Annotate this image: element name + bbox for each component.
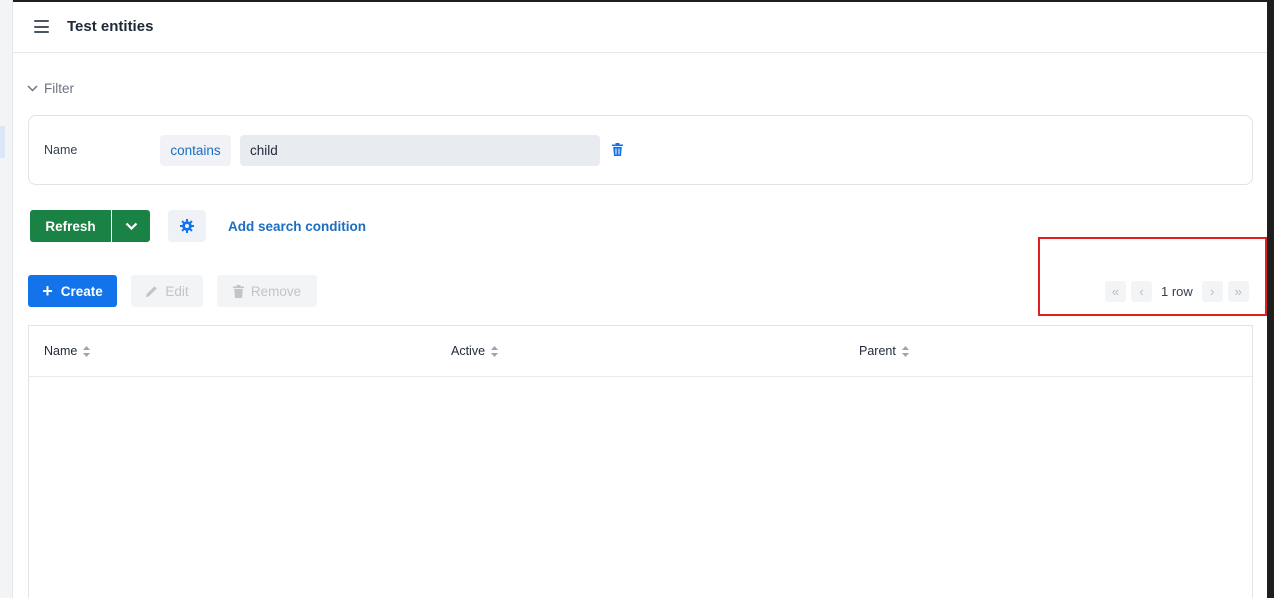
sort-icon <box>83 345 91 357</box>
sort-icon <box>901 345 909 357</box>
create-button[interactable]: + Create <box>28 275 117 307</box>
trash-icon <box>232 284 244 298</box>
trash-icon <box>612 143 623 156</box>
chevron-down-icon <box>125 222 137 230</box>
page-title: Test entities <box>67 18 154 35</box>
app-window: Test entities Filter Name contains Refre… <box>13 2 1267 598</box>
condition-operator-button[interactable]: contains <box>160 135 231 166</box>
refresh-button[interactable]: Refresh <box>30 210 111 242</box>
plus-icon: + <box>42 281 53 301</box>
column-header-parent[interactable]: Parent <box>859 344 909 358</box>
filter-panel: Name contains <box>28 115 1253 185</box>
page-header: Test entities <box>13 2 1267 53</box>
column-header-active[interactable]: Active <box>451 344 499 358</box>
filter-label: Filter <box>44 81 74 96</box>
column-header-name[interactable]: Name <box>44 344 91 358</box>
create-button-label: Create <box>60 283 103 299</box>
data-table: Name Active Parent <box>28 325 1253 598</box>
remove-button[interactable]: Remove <box>217 275 317 307</box>
refresh-button-group: Refresh <box>30 210 150 242</box>
gear-icon <box>180 219 194 233</box>
column-header-label: Active <box>451 344 486 358</box>
sort-icon <box>491 345 499 357</box>
column-header-label: Name <box>44 344 78 358</box>
edit-button-label: Edit <box>165 283 189 299</box>
remove-button-label: Remove <box>250 283 302 299</box>
edit-button[interactable]: Edit <box>131 275 203 307</box>
annotation-highlight-box <box>1038 237 1267 316</box>
side-rail-marker <box>0 126 5 158</box>
column-header-label: Parent <box>859 344 896 358</box>
add-search-condition-link[interactable]: Add search condition <box>228 219 366 234</box>
refresh-dropdown-button[interactable] <box>112 210 150 242</box>
filter-toggle[interactable]: Filter <box>27 81 74 96</box>
side-rail <box>0 0 13 598</box>
condition-value-input[interactable] <box>240 135 600 166</box>
filter-settings-button[interactable] <box>168 210 206 242</box>
table-header: Name Active Parent <box>29 326 1252 377</box>
remove-condition-button[interactable] <box>612 143 623 161</box>
condition-property-label: Name <box>44 143 78 157</box>
pencil-icon <box>146 285 158 297</box>
chevron-down-icon <box>27 85 38 92</box>
hamburger-menu-icon[interactable] <box>34 20 49 33</box>
